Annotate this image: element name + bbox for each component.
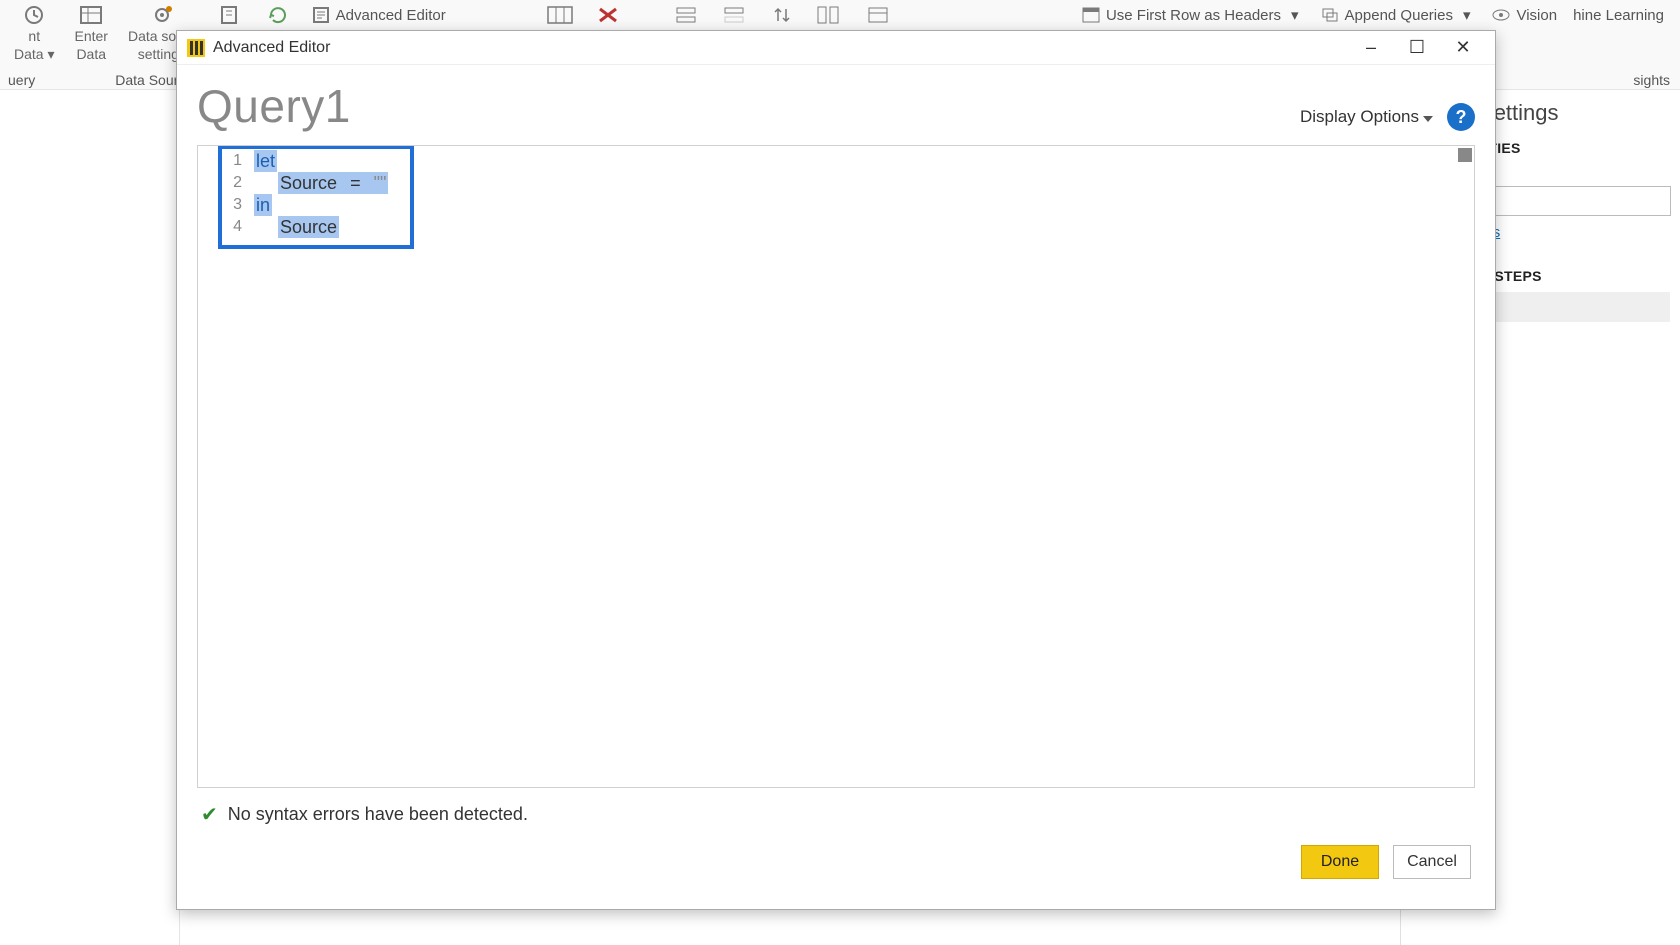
op-equals: = <box>348 172 363 194</box>
identifier: Source <box>278 172 339 194</box>
sort-button[interactable] <box>758 0 806 30</box>
cancel-button[interactable]: Cancel <box>1393 845 1471 879</box>
adv-editor-label: Advanced Editor <box>336 7 446 24</box>
split-column-button[interactable] <box>806 0 854 30</box>
use-first-row-button[interactable]: Use First Row as Headers▾ <box>1072 0 1309 30</box>
recent-sources-button[interactable]: nt Data ▾ <box>4 0 65 67</box>
dialog-titlebar: Advanced Editor – ☐ ✕ <box>177 31 1495 65</box>
refresh-button[interactable] <box>254 0 302 30</box>
line-number: 3 <box>222 194 242 216</box>
manage-parameters-button[interactable] <box>206 0 254 30</box>
choose-columns-button[interactable] <box>536 0 584 30</box>
string-literal: "" <box>372 172 389 194</box>
display-options-label: Display Options <box>1300 107 1419 126</box>
keyword-let: let <box>254 150 277 172</box>
check-icon: ✔ <box>201 802 218 827</box>
vision-button[interactable]: Vision <box>1482 0 1567 30</box>
group-insights: sights <box>1633 72 1670 88</box>
identifier: Source <box>278 216 339 238</box>
close-button[interactable]: ✕ <box>1441 33 1485 63</box>
done-button[interactable]: Done <box>1301 845 1379 879</box>
code-editor[interactable]: 1 let 2 Source = "" 3 in 4 <box>197 145 1475 788</box>
display-options-dropdown[interactable]: Display Options <box>1300 107 1433 127</box>
recent-label2: Data ▾ <box>14 46 55 63</box>
machine-learning-button[interactable]: hine Learning <box>1569 0 1674 30</box>
query-heading: Query1 <box>197 79 351 133</box>
enter-data-button[interactable]: Enter Data <box>65 0 118 66</box>
keep-rows-button[interactable] <box>662 0 710 30</box>
append-queries-label: Append Queries <box>1345 7 1453 24</box>
remove-rows-button[interactable] <box>710 0 758 30</box>
minimize-button[interactable]: – <box>1349 33 1393 63</box>
help-icon[interactable]: ? <box>1447 103 1475 131</box>
advanced-editor-dialog: Advanced Editor – ☐ ✕ Query1 Display Opt… <box>176 30 1496 910</box>
ml-label: hine Learning <box>1573 7 1664 24</box>
dialog-title: Advanced Editor <box>213 39 330 57</box>
enter-data-label2: Data <box>76 46 106 62</box>
syntax-status: No syntax errors have been detected. <box>228 804 528 825</box>
code-text[interactable]: 1 let 2 Source = "" 3 in 4 <box>222 150 388 238</box>
scrollbar-thumb[interactable] <box>1458 148 1472 162</box>
append-queries-button[interactable]: Append Queries▾ <box>1311 0 1481 30</box>
group-by-button[interactable] <box>854 0 902 30</box>
line-number: 4 <box>222 216 242 238</box>
keyword-in: in <box>254 194 272 216</box>
vision-label: Vision <box>1516 7 1557 24</box>
line-number: 1 <box>222 150 242 172</box>
recent-label: nt <box>28 28 40 44</box>
powerbi-logo-icon <box>187 39 205 57</box>
advanced-editor-ribbon-button[interactable]: Advanced Editor <box>302 0 456 30</box>
use-first-row-label: Use First Row as Headers <box>1106 7 1281 24</box>
enter-data-label: Enter <box>75 28 108 44</box>
line-number: 2 <box>222 172 242 194</box>
maximize-button[interactable]: ☐ <box>1395 33 1439 63</box>
remove-columns-button[interactable] <box>584 0 632 30</box>
queries-pane <box>0 90 180 945</box>
